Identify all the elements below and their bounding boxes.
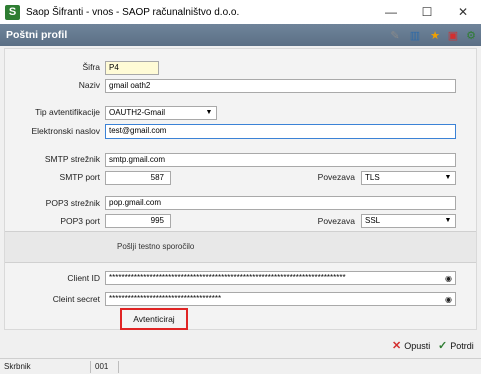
eye-icon[interactable]: ◉	[444, 295, 453, 304]
sifra-input[interactable]: P4	[105, 61, 159, 75]
naziv-label: Naziv	[78, 80, 100, 90]
status-code: 001	[90, 361, 116, 373]
tip-label: Tip avtentifikacije	[35, 107, 100, 117]
check-icon: ✓	[438, 340, 448, 352]
edit-icon[interactable]: ✎	[388, 28, 402, 42]
pop3-conn-select[interactable]: SSL ▼	[361, 214, 456, 228]
cancel-label: Opusti	[404, 340, 431, 351]
chevron-down-icon[interactable]: ▼	[442, 216, 454, 226]
tip-select[interactable]: OAUTH2-Gmail ▼	[105, 106, 217, 120]
pdf-icon[interactable]: ▣	[446, 28, 460, 42]
client-id-value: ****************************************…	[109, 273, 346, 282]
eye-icon[interactable]: ◉	[444, 274, 453, 283]
email-label: Elektronski naslov	[31, 126, 100, 136]
app-icon: S	[5, 4, 20, 20]
smtp-server-input[interactable]: smtp.gmail.com	[105, 153, 456, 167]
close-button[interactable]: ✕	[445, 0, 481, 24]
confirm-label: Potrdi	[450, 340, 474, 351]
form-title: Poštni profil	[6, 29, 68, 41]
settings-icon[interactable]: ⚙	[464, 28, 478, 42]
smtp-port-input[interactable]: 587	[105, 171, 171, 185]
authenticate-button[interactable]: Avtenticiraj	[120, 308, 188, 330]
maximize-button[interactable]: ☐	[409, 0, 445, 24]
pop3-port-label: POP3 port	[60, 216, 100, 226]
cancel-x-icon: ✕	[392, 340, 402, 352]
window-title: Saop Šifranti - vnos - SAOP računalništv…	[26, 6, 240, 18]
smtp-server-label: SMTP strežnik	[44, 154, 100, 164]
client-id-label: Client ID	[67, 273, 100, 283]
naziv-input[interactable]: gmail oath2	[105, 79, 456, 93]
columns-icon[interactable]: ▥	[408, 28, 422, 42]
pop3-conn-label: Povezava	[317, 216, 355, 226]
confirm-button[interactable]: ✓ Potrdi	[438, 339, 474, 352]
smtp-conn-value: TLS	[365, 173, 380, 182]
chevron-down-icon[interactable]: ▼	[203, 108, 215, 118]
test-mail-panel	[5, 231, 476, 263]
status-user: Skrbnik	[4, 362, 31, 371]
pop3-server-label: POP3 strežnik	[45, 198, 100, 208]
sifra-label: Šifra	[82, 62, 100, 72]
smtp-conn-label: Povezava	[317, 172, 355, 182]
tip-value: OAUTH2-Gmail	[109, 108, 166, 117]
email-input[interactable]: test@gmail.com	[105, 124, 456, 139]
cancel-button[interactable]: ✕ Opusti	[392, 339, 430, 352]
status-bar: Skrbnik 001	[0, 358, 481, 374]
smtp-port-label: SMTP port	[59, 172, 100, 182]
status-empty	[118, 361, 468, 373]
send-test-mail-link[interactable]: Pošlji testno sporočilo	[117, 242, 194, 251]
client-secret-value: ************************************	[109, 294, 222, 303]
pop3-conn-value: SSL	[365, 216, 381, 225]
chevron-down-icon[interactable]: ▼	[442, 173, 454, 183]
client-secret-input[interactable]: ************************************ ◉	[105, 292, 456, 306]
client-id-input[interactable]: ****************************************…	[105, 271, 456, 285]
minimize-button[interactable]: —	[373, 0, 409, 24]
star-icon[interactable]: ★	[428, 28, 442, 42]
pop3-server-input[interactable]: pop.gmail.com	[105, 196, 456, 210]
pop3-port-input[interactable]: 995	[105, 214, 171, 228]
client-secret-label: Cleint secret	[52, 294, 100, 304]
smtp-conn-select[interactable]: TLS ▼	[361, 171, 456, 185]
window-titlebar: S Saop Šifranti - vnos - SAOP računalniš…	[0, 0, 481, 24]
